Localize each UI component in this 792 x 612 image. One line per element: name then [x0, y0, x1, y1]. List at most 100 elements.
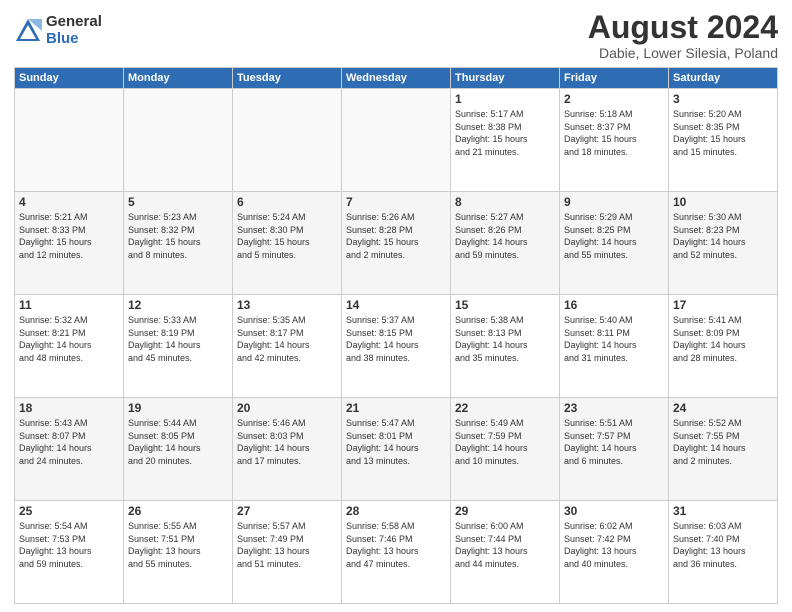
day-number: 22 [455, 401, 555, 415]
day-number: 24 [673, 401, 773, 415]
day-number: 4 [19, 195, 119, 209]
day-number: 17 [673, 298, 773, 312]
day-cell: 7 Sunrise: 5:26 AM Sunset: 8:28 PM Daylig… [342, 192, 451, 295]
day-info: Sunrise: 5:55 AM Sunset: 7:51 PM Dayligh… [128, 520, 228, 570]
week-row-2: 4Sunrise: 5:21 AM Sunset: 8:33 PM Daylig… [15, 192, 778, 295]
day-info: Sunrise: 5:23 AM Sunset: 8:32 PM Dayligh… [128, 211, 228, 261]
logo-text: General Blue [46, 14, 102, 47]
day-cell: 25 Sunrise: 5:54 AM Sunset: 7:53 PM Dayli… [15, 501, 124, 604]
day-number: 31 [673, 504, 773, 518]
day-cell: 27 Sunrise: 5:57 AM Sunset: 7:49 PM Dayli… [233, 501, 342, 604]
day-info: Sunrise: 5:41 AM Sunset: 8:09 PM Dayligh… [673, 314, 773, 364]
day-cell: 15 Sunrise: 5:38 AM Sunset: 8:13 PM Dayli… [451, 295, 560, 398]
day-number: 15 [455, 298, 555, 312]
day-info: Sunrise: 6:03 AM Sunset: 7:40 PM Dayligh… [673, 520, 773, 570]
main-title: August 2024 [588, 10, 778, 45]
day-info: Sunrise: 5:52 AM Sunset: 7:55 PM Dayligh… [673, 417, 773, 467]
day-number: 16 [564, 298, 664, 312]
day-number: 2 [564, 92, 664, 106]
logo: General Blue [14, 14, 102, 47]
day-info: Sunrise: 5:32 AM Sunset: 8:21 PM Dayligh… [19, 314, 119, 364]
day-info: Sunrise: 5:38 AM Sunset: 8:13 PM Dayligh… [455, 314, 555, 364]
day-info: Sunrise: 5:44 AM Sunset: 8:05 PM Dayligh… [128, 417, 228, 467]
day-info: Sunrise: 6:02 AM Sunset: 7:42 PM Dayligh… [564, 520, 664, 570]
calendar: SundayMondayTuesdayWednesdayThursdayFrid… [14, 67, 778, 604]
day-cell: 16 Sunrise: 5:40 AM Sunset: 8:11 PM Dayli… [560, 295, 669, 398]
day-cell: 26 Sunrise: 5:55 AM Sunset: 7:51 PM Dayli… [124, 501, 233, 604]
day-cell [15, 89, 124, 192]
day-cell: 14 Sunrise: 5:37 AM Sunset: 8:15 PM Dayli… [342, 295, 451, 398]
day-cell: 30 Sunrise: 6:02 AM Sunset: 7:42 PM Dayli… [560, 501, 669, 604]
day-number: 25 [19, 504, 119, 518]
day-info: Sunrise: 5:20 AM Sunset: 8:35 PM Dayligh… [673, 108, 773, 158]
day-info: Sunrise: 5:29 AM Sunset: 8:25 PM Dayligh… [564, 211, 664, 261]
day-number: 26 [128, 504, 228, 518]
day-cell [342, 89, 451, 192]
day-number: 1 [455, 92, 555, 106]
day-info: Sunrise: 5:37 AM Sunset: 8:15 PM Dayligh… [346, 314, 446, 364]
day-info: Sunrise: 5:58 AM Sunset: 7:46 PM Dayligh… [346, 520, 446, 570]
day-cell: 6Sunrise: 5:24 AM Sunset: 8:30 PM Daylig… [233, 192, 342, 295]
week-row-5: 25 Sunrise: 5:54 AM Sunset: 7:53 PM Dayli… [15, 501, 778, 604]
col-header-tuesday: Tuesday [233, 68, 342, 89]
day-number: 28 [346, 504, 446, 518]
day-cell [124, 89, 233, 192]
day-info: Sunrise: 5:51 AM Sunset: 7:57 PM Dayligh… [564, 417, 664, 467]
day-number: 6 [237, 195, 337, 209]
day-number: 11 [19, 298, 119, 312]
col-header-wednesday: Wednesday [342, 68, 451, 89]
day-number: 27 [237, 504, 337, 518]
title-block: August 2024 Dabie, Lower Silesia, Poland [588, 10, 778, 61]
day-cell: 22 Sunrise: 5:49 AM Sunset: 7:59 PM Dayli… [451, 398, 560, 501]
day-cell [233, 89, 342, 192]
day-number: 30 [564, 504, 664, 518]
day-number: 23 [564, 401, 664, 415]
day-info: Sunrise: 5:40 AM Sunset: 8:11 PM Dayligh… [564, 314, 664, 364]
subtitle: Dabie, Lower Silesia, Poland [588, 45, 778, 61]
logo-general: General [46, 14, 102, 31]
day-cell: 18 Sunrise: 5:43 AM Sunset: 8:07 PM Dayli… [15, 398, 124, 501]
day-cell: 31 Sunrise: 6:03 AM Sunset: 7:40 PM Dayli… [669, 501, 778, 604]
day-info: Sunrise: 5:49 AM Sunset: 7:59 PM Dayligh… [455, 417, 555, 467]
day-cell: 29Sunrise: 6:00 AM Sunset: 7:44 PM Dayli… [451, 501, 560, 604]
day-info: Sunrise: 5:54 AM Sunset: 7:53 PM Dayligh… [19, 520, 119, 570]
header-row: SundayMondayTuesdayWednesdayThursdayFrid… [15, 68, 778, 89]
week-row-3: 11 Sunrise: 5:32 AM Sunset: 8:21 PM Dayli… [15, 295, 778, 398]
day-cell: 20Sunrise: 5:46 AM Sunset: 8:03 PM Dayli… [233, 398, 342, 501]
day-cell: 10 Sunrise: 5:30 AM Sunset: 8:23 PM Dayli… [669, 192, 778, 295]
day-cell: 17 Sunrise: 5:41 AM Sunset: 8:09 PM Dayli… [669, 295, 778, 398]
day-number: 7 [346, 195, 446, 209]
day-number: 19 [128, 401, 228, 415]
day-cell: 21Sunrise: 5:47 AM Sunset: 8:01 PM Dayli… [342, 398, 451, 501]
day-cell: 1 Sunrise: 5:17 AM Sunset: 8:38 PM Daylig… [451, 89, 560, 192]
day-number: 10 [673, 195, 773, 209]
header: General Blue August 2024 Dabie, Lower Si… [14, 10, 778, 61]
day-info: Sunrise: 5:43 AM Sunset: 8:07 PM Dayligh… [19, 417, 119, 467]
day-cell: 28 Sunrise: 5:58 AM Sunset: 7:46 PM Dayli… [342, 501, 451, 604]
day-info: Sunrise: 5:30 AM Sunset: 8:23 PM Dayligh… [673, 211, 773, 261]
day-info: Sunrise: 5:57 AM Sunset: 7:49 PM Dayligh… [237, 520, 337, 570]
day-info: Sunrise: 5:26 AM Sunset: 8:28 PM Dayligh… [346, 211, 446, 261]
col-header-saturday: Saturday [669, 68, 778, 89]
day-info: Sunrise: 5:18 AM Sunset: 8:37 PM Dayligh… [564, 108, 664, 158]
day-number: 18 [19, 401, 119, 415]
day-cell: 9 Sunrise: 5:29 AM Sunset: 8:25 PM Daylig… [560, 192, 669, 295]
day-cell: 13Sunrise: 5:35 AM Sunset: 8:17 PM Dayli… [233, 295, 342, 398]
day-number: 12 [128, 298, 228, 312]
logo-icon [14, 17, 42, 45]
day-number: 8 [455, 195, 555, 209]
page: General Blue August 2024 Dabie, Lower Si… [0, 0, 792, 612]
day-cell: 23 Sunrise: 5:51 AM Sunset: 7:57 PM Dayli… [560, 398, 669, 501]
week-row-1: 1 Sunrise: 5:17 AM Sunset: 8:38 PM Daylig… [15, 89, 778, 192]
day-cell: 4Sunrise: 5:21 AM Sunset: 8:33 PM Daylig… [15, 192, 124, 295]
day-cell: 3Sunrise: 5:20 AM Sunset: 8:35 PM Daylig… [669, 89, 778, 192]
day-info: Sunrise: 5:33 AM Sunset: 8:19 PM Dayligh… [128, 314, 228, 364]
day-number: 14 [346, 298, 446, 312]
day-cell: 19 Sunrise: 5:44 AM Sunset: 8:05 PM Dayli… [124, 398, 233, 501]
day-info: Sunrise: 5:27 AM Sunset: 8:26 PM Dayligh… [455, 211, 555, 261]
day-number: 9 [564, 195, 664, 209]
day-number: 13 [237, 298, 337, 312]
col-header-friday: Friday [560, 68, 669, 89]
day-cell: 11 Sunrise: 5:32 AM Sunset: 8:21 PM Dayli… [15, 295, 124, 398]
day-info: Sunrise: 5:17 AM Sunset: 8:38 PM Dayligh… [455, 108, 555, 158]
